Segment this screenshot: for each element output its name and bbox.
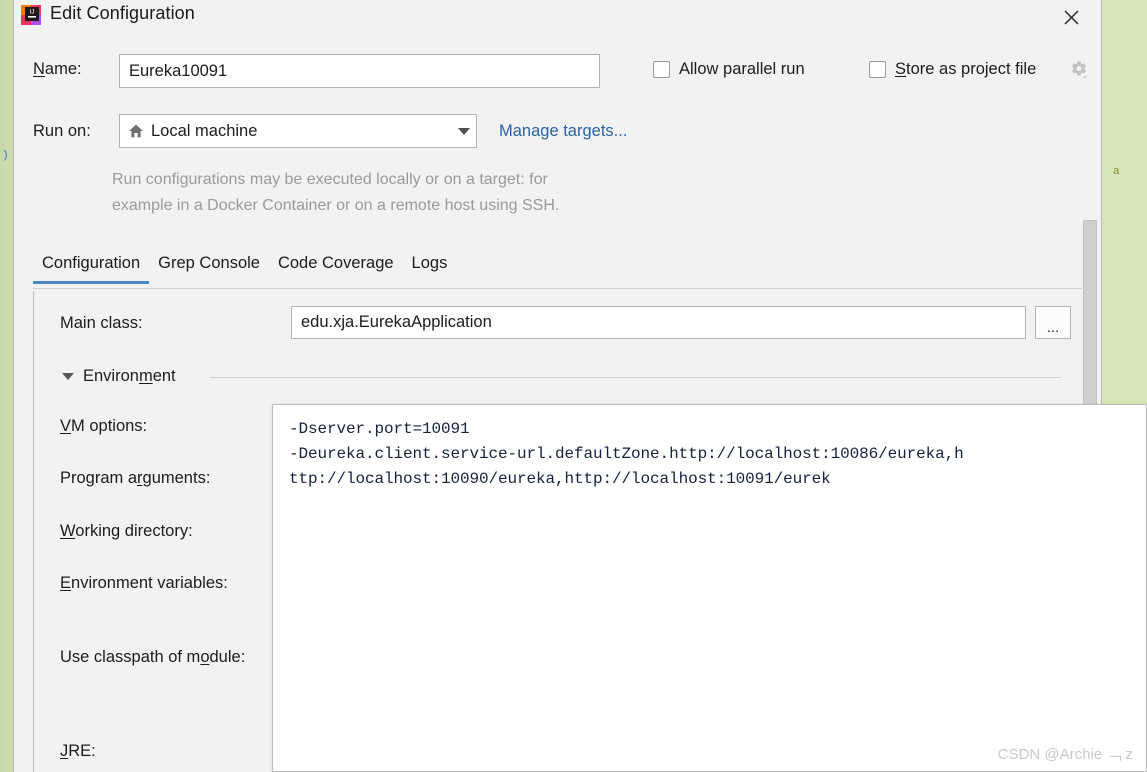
tab-bar: Configuration Grep Console Code Coverage… xyxy=(33,252,1083,290)
store-settings-gear-button[interactable] xyxy=(1069,60,1089,80)
close-button[interactable] xyxy=(1049,0,1093,34)
gear-dropdown-icon xyxy=(1072,61,1087,79)
vm-options-label: VM options: xyxy=(60,417,148,435)
run-on-combobox[interactable]: Local machine xyxy=(119,114,477,148)
ide-gutter-mark-left: ) xyxy=(2,150,9,162)
tab-grep-console[interactable]: Grep Console xyxy=(149,252,269,284)
dialog-scrollbar-thumb[interactable] xyxy=(1083,220,1097,412)
jre-label: JRE: xyxy=(60,742,96,760)
run-on-hint-text: Run configurations may be executed local… xyxy=(112,171,560,214)
working-directory-label: Working directory: xyxy=(60,522,193,540)
main-class-value: edu.xja.EurekaApplication xyxy=(301,313,492,331)
csdn-watermark: CSDN @Archie ﹁ z xyxy=(997,746,1133,763)
run-on-value: Local machine xyxy=(151,121,258,140)
vm-options-popup-editor[interactable]: -Dserver.port=10091 -Deureka.client.serv… xyxy=(272,404,1147,772)
vm-options-text[interactable]: -Dserver.port=10091 -Deureka.client.serv… xyxy=(289,417,1142,492)
tab-code-coverage[interactable]: Code Coverage xyxy=(269,252,403,284)
name-input-value: Eureka10091 xyxy=(129,61,228,80)
tab-configuration[interactable]: Configuration xyxy=(33,252,150,284)
checkbox-box xyxy=(869,61,886,78)
main-class-input[interactable]: edu.xja.EurekaApplication xyxy=(291,306,1026,339)
environment-section-toggle[interactable]: Environment xyxy=(62,367,176,386)
main-class-browse-button[interactable]: ... xyxy=(1035,306,1071,339)
ide-background-left-strip xyxy=(0,0,4,772)
chevron-down-icon xyxy=(62,373,74,380)
dialog-titlebar: IJ Edit Configuration xyxy=(14,0,1101,34)
name-input[interactable]: Eureka10091 xyxy=(119,54,600,88)
tab-underline xyxy=(33,288,1083,289)
environment-variables-label: Environment variables: xyxy=(60,574,228,592)
checkbox-box xyxy=(653,61,670,78)
environment-section-rule xyxy=(210,377,1061,378)
ide-gutter-mark-right: a xyxy=(1113,166,1120,178)
store-as-project-file-checkbox[interactable]: Store as project file xyxy=(869,60,1036,79)
intellij-idea-icon: IJ xyxy=(20,4,42,26)
program-arguments-label: Program arguments: xyxy=(60,469,211,487)
tab-logs[interactable]: Logs xyxy=(403,252,457,284)
allow-parallel-run-checkbox[interactable]: Allow parallel run xyxy=(653,60,805,79)
manage-targets-link[interactable]: Manage targets... xyxy=(499,122,627,141)
svg-text:IJ: IJ xyxy=(29,9,34,16)
run-on-label: Run on: xyxy=(33,122,91,140)
name-label: Name: xyxy=(33,60,82,78)
main-class-label: Main class: xyxy=(60,314,143,332)
dialog-title: Edit Configuration xyxy=(50,3,195,23)
store-as-project-file-label: Store as project file xyxy=(895,60,1037,78)
environment-section-label: Environment xyxy=(83,367,176,385)
chevron-down-icon xyxy=(458,127,470,135)
screen: ) a IJ Edit Configuration Name: Eureka10… xyxy=(0,0,1147,772)
close-icon xyxy=(1063,9,1079,25)
allow-parallel-run-label: Allow parallel run xyxy=(679,60,805,78)
home-icon xyxy=(128,123,144,139)
use-classpath-of-module-label: Use classpath of module: xyxy=(60,648,246,666)
